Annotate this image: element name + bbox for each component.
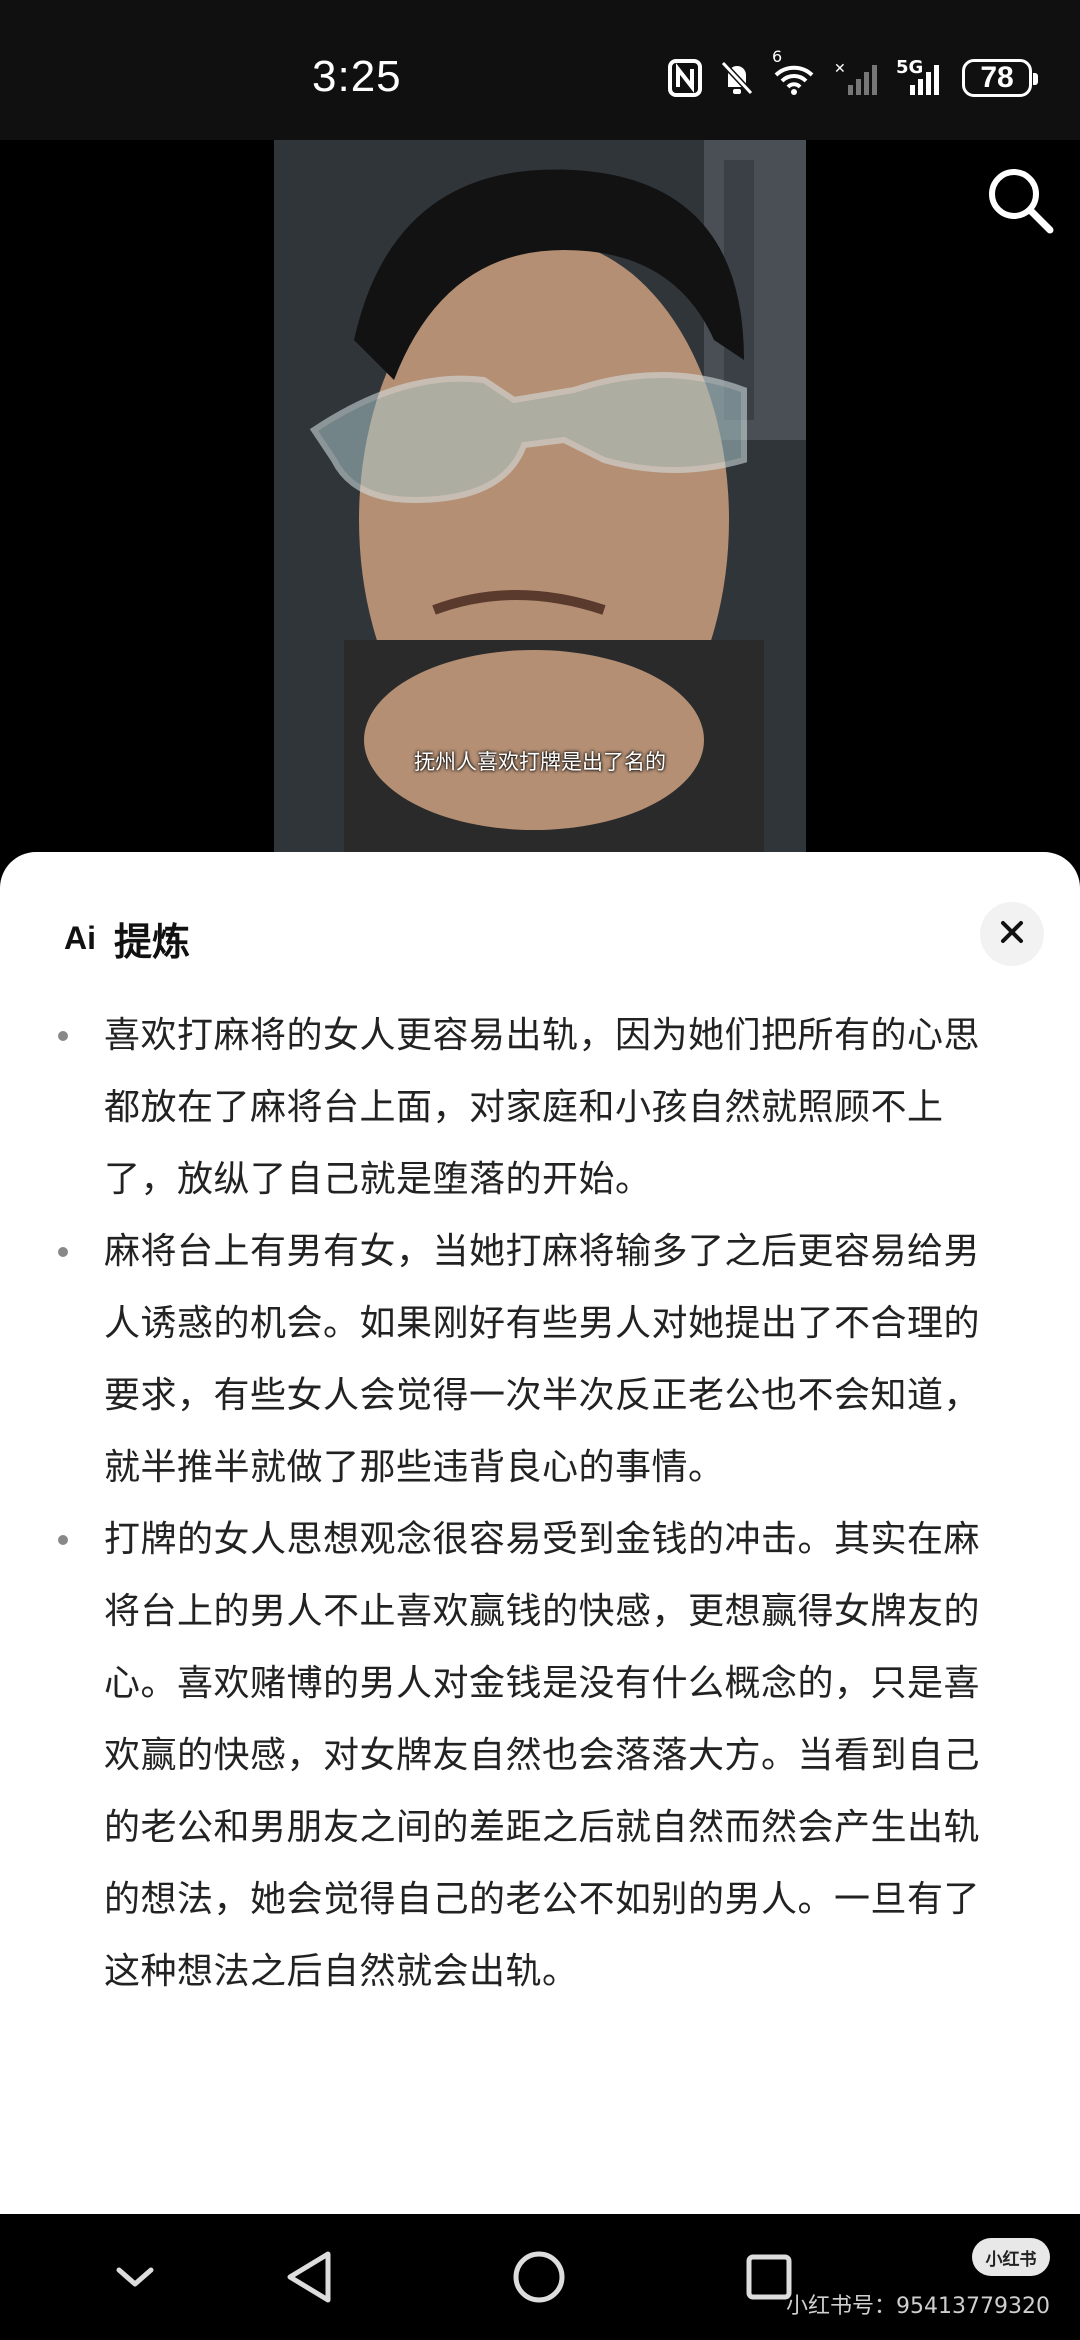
close-icon	[998, 918, 1026, 950]
list-item: 打牌的女人思想观念很容易受到金钱的冲击。其实在麻将台上的男人不止喜欢赢钱的快感，…	[58, 1504, 988, 2008]
summary-text: 麻将台上有男有女，当她打麻将输多了之后更容易给男人诱惑的机会。如果刚好有些男人对…	[104, 1231, 981, 1488]
ai-icon: Ai	[64, 919, 96, 956]
status-bar: 3:25 6 ✕ 5G 78	[0, 0, 1080, 140]
watermark-logo: 小红书	[972, 2238, 1050, 2276]
system-nav-bar	[0, 2214, 1080, 2340]
back-icon	[284, 2250, 334, 2308]
home-button[interactable]	[504, 2244, 574, 2314]
wifi-icon: 6	[772, 47, 816, 97]
collapse-nav-button[interactable]	[100, 2244, 170, 2314]
video-frame: 抚州人喜欢打牌是出了名的	[274, 140, 806, 870]
video-player[interactable]: 抚州人喜欢打牌是出了名的	[0, 140, 1080, 870]
list-item: 麻将台上有男有女，当她打麻将输多了之后更容易给男人诱惑的机会。如果刚好有些男人对…	[58, 1216, 988, 1504]
bullet-dot	[58, 1031, 68, 1041]
video-subtitle: 抚州人喜欢打牌是出了名的	[414, 750, 666, 774]
chevron-down-icon	[113, 2262, 157, 2296]
battery-indicator: 78	[962, 59, 1038, 97]
signal-icon: ✕	[834, 59, 878, 97]
search-button[interactable]	[980, 160, 1060, 240]
nfc-icon	[668, 59, 702, 97]
list-item: 喜欢打麻将的女人更容易出轨，因为她们把所有的心思都放在了麻将台上面，对家庭和小孩…	[58, 1000, 988, 1216]
signal-5g-icon: 5G	[896, 57, 944, 97]
close-button[interactable]	[980, 902, 1044, 966]
summary-text: 喜欢打麻将的女人更容易出轨，因为她们把所有的心思都放在了麻将台上面，对家庭和小孩…	[104, 1015, 981, 1200]
ai-summary-panel: Ai 提炼 喜欢打麻将的女人更容易出轨，因为她们把所有的心思都放在了麻将台上面，…	[0, 852, 1080, 2214]
summary-list: 喜欢打麻将的女人更容易出轨，因为她们把所有的心思都放在了麻将台上面，对家庭和小孩…	[58, 1000, 988, 2008]
network-label: 5G	[896, 57, 924, 78]
status-time: 3:25	[312, 52, 402, 101]
status-icons: 6 ✕ 5G 78	[668, 47, 1038, 100]
panel-title: 提炼	[114, 919, 191, 964]
back-button[interactable]	[274, 2244, 344, 2314]
panel-header: Ai 提炼	[64, 908, 190, 968]
wifi-label: 6	[772, 47, 783, 66]
bullet-dot	[58, 1247, 68, 1257]
svg-text:✕: ✕	[834, 61, 846, 77]
summary-text: 打牌的女人思想观念很容易受到金钱的冲击。其实在麻将台上的男人不止喜欢赢钱的快感，…	[104, 1519, 981, 1992]
mute-bell-icon	[720, 59, 754, 97]
home-icon	[511, 2249, 567, 2309]
bullet-dot	[58, 1535, 68, 1545]
search-icon	[980, 169, 1060, 244]
watermark-text: 小红书号：95413779320	[786, 2294, 1050, 2319]
